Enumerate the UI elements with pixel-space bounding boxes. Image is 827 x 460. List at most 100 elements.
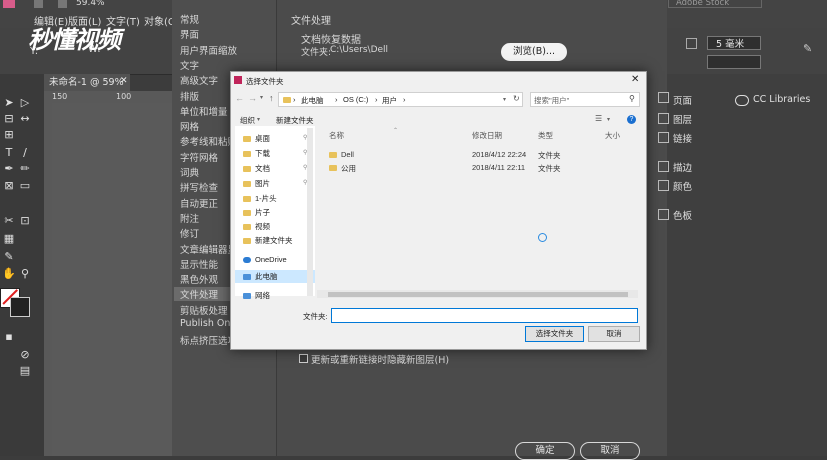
layers-tab[interactable]: 图层 [673,112,692,126]
eyedropper-tool-icon[interactable]: ✎ [2,250,16,263]
stroke-swatch[interactable] [10,297,30,317]
address-bar[interactable]: › 此电脑 › OS (C:) › 用户 › ▾ ↻ [278,92,523,107]
organize-menu[interactable]: 组织 [240,115,255,126]
apply-none-icon[interactable]: ⊘ [18,348,32,361]
nav-item[interactable]: 文档 ⚲ [243,162,315,175]
back-arrow-icon[interactable]: ← [235,93,244,103]
page-panel-icon[interactable] [658,92,669,103]
cc-libraries-tab[interactable]: CC Libraries [753,94,810,105]
selection-tool-icon[interactable]: ➤ [2,96,16,109]
dialog-close-icon[interactable]: ✕ [631,74,639,85]
column-modified[interactable]: 修改日期 [472,130,502,141]
pref-category[interactable]: 常规 [180,12,199,26]
select-folder-button[interactable]: 选择文件夹 [525,326,584,342]
pref-category[interactable]: 自动更正 [180,196,218,210]
pref-category[interactable]: 界面 [180,27,199,41]
page-tool-icon[interactable]: ⊟ [2,112,16,125]
color-tab[interactable]: 颜色 [673,179,692,193]
pref-category[interactable]: 排版 [180,89,199,103]
nav-item[interactable]: 下载 ⚲ [243,147,315,160]
apply-color-icon[interactable]: ▪ [2,330,16,343]
scissors-tool-icon[interactable]: ✂ [2,214,16,227]
direct-select-tool-icon[interactable]: ▷ [18,96,32,109]
nav-item[interactable]: 视频 [243,220,315,233]
pref-category[interactable]: 修订 [180,226,199,240]
nav-scrollbar[interactable] [307,128,313,296]
links-panel-icon[interactable] [658,132,669,143]
nav-item[interactable]: 新建文件夹 [243,234,315,247]
nav-item[interactable]: 网络 [243,289,315,302]
pref-category[interactable]: 高级文字 [180,73,218,87]
forward-arrow-icon[interactable]: → [248,93,257,103]
zoom-level[interactable]: 59.4% [76,0,105,8]
column-name[interactable]: 名称 [329,130,344,141]
stock-search-box[interactable] [668,0,762,8]
nav-item[interactable]: 1-片头 [243,192,315,205]
breadcrumb-users[interactable]: 用户 [382,95,397,106]
address-dropdown-icon[interactable]: ▾ [503,96,506,103]
stroke-tab[interactable]: 描边 [673,160,692,174]
view-dropdown-icon[interactable]: ▾ [607,116,610,123]
hide-layers-checkbox[interactable] [299,354,308,363]
pref-category[interactable]: 网格 [180,119,199,133]
search-icon[interactable]: ⚲ [629,94,635,103]
zoom-tool-icon[interactable]: ⚲ [18,267,32,280]
view-mode-icon[interactable]: ▤ [18,364,32,377]
pref-category[interactable]: 字符网格 [180,150,218,164]
pref-category[interactable]: 拼写检查 [180,180,218,194]
gap-tool-icon[interactable]: ↔ [18,112,32,125]
pref-category[interactable]: 文字 [180,58,199,72]
close-tab-icon[interactable]: ✕ [120,76,128,86]
document-tab[interactable]: 未命名-1 @ 59% [44,74,130,91]
dialog-cancel-button[interactable]: 取消 [588,326,640,342]
swatches-tab[interactable]: 色板 [673,208,692,222]
pref-category[interactable]: 词典 [180,165,199,179]
document-canvas[interactable] [52,103,172,456]
content-tool-icon[interactable]: ⊞ [2,128,16,141]
pref-category[interactable]: 参考线和粘贴 [180,134,237,148]
icon-group[interactable] [686,38,697,49]
nav-item[interactable]: 图片 ⚲ [243,177,315,190]
search-box[interactable]: 搜索"用户" ⚲ [530,92,640,107]
pref-category[interactable]: 附注 [180,211,199,225]
column-type[interactable]: 类型 [538,130,553,141]
scrollbar-thumb[interactable] [328,292,628,297]
pref-category[interactable]: 显示性能 [180,257,218,271]
pref-category[interactable]: 剪贴板处理 [180,303,228,317]
cancel-button[interactable]: 取消 [580,442,640,460]
view-options-icon[interactable]: ☰ [595,114,602,123]
breadcrumb-os-c[interactable]: OS (C:) [343,95,368,104]
nav-item[interactable]: 此电脑 [235,270,315,283]
help-icon[interactable]: ? [627,115,636,124]
cc-libraries-icon[interactable] [735,95,749,106]
links-tab[interactable]: 链接 [673,131,692,145]
gradient-tool-icon[interactable]: ▦ [2,232,16,245]
layers-panel-icon[interactable] [658,113,669,124]
up-arrow-icon[interactable]: ↑ [269,93,274,103]
nav-item[interactable]: 桌面 ⚲ [243,132,315,145]
stock-button[interactable] [58,0,67,8]
rectangle-frame-tool-icon[interactable]: ⊠ [2,179,16,192]
swatches-panel-icon[interactable] [658,209,669,220]
recent-dropdown-icon[interactable]: ▾ [260,94,263,101]
pref-category[interactable]: 文件处理 [180,287,218,301]
transform-tool-icon[interactable]: ⊡ [18,214,32,227]
pencil-tool-icon[interactable]: ✏ [18,162,32,175]
stroke-style-field[interactable] [707,55,761,69]
pages-tab[interactable]: 页面 [673,93,692,107]
browse-button[interactable]: 浏览(B)... [501,43,567,61]
folder-field[interactable] [331,308,638,323]
refresh-icon[interactable]: ↻ [513,94,520,103]
nav-item[interactable]: OneDrive [243,253,315,266]
bridge-button[interactable] [34,0,43,8]
pref-category[interactable]: 黑色外观 [180,272,218,286]
breadcrumb-this-pc[interactable]: 此电脑 [301,95,324,106]
nav-item[interactable]: 片子 [243,206,315,219]
hand-tool-icon[interactable]: ✋ [2,267,16,280]
stroke-panel-icon[interactable] [658,161,669,172]
pen-tool-icon[interactable]: ✒ [2,162,16,175]
color-panel-icon[interactable] [658,180,669,191]
pref-category[interactable]: 单位和增量 [180,104,228,118]
line-tool-icon[interactable]: ∕ [18,146,32,159]
ok-button[interactable]: 确定 [515,442,575,460]
